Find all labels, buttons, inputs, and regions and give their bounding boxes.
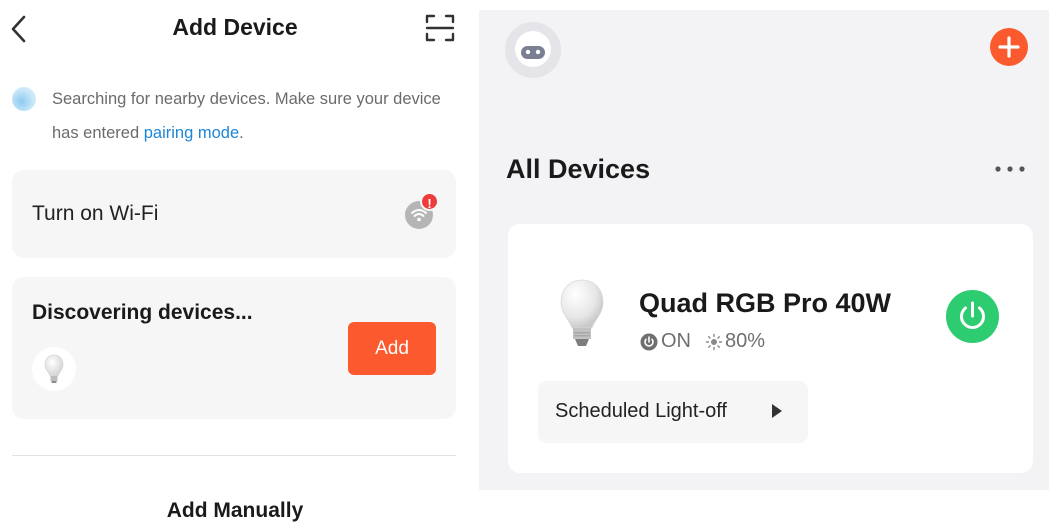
- searching-indicator: [12, 87, 36, 111]
- more-button[interactable]: [994, 162, 1026, 176]
- power-icon: [640, 333, 658, 350]
- brightness-value: 80%: [725, 330, 766, 352]
- power-icon: [960, 301, 985, 329]
- search-status-end: .: [239, 124, 244, 142]
- add-device-panel: Add Device Searching for nearby devices.…: [0, 0, 470, 522]
- schedule-label: Scheduled Light-off: [555, 400, 727, 422]
- search-status-text: Searching for nearby devices. Make sure …: [52, 82, 457, 150]
- scan-button[interactable]: [424, 12, 456, 44]
- discovering-card: Discovering devices... Add: [12, 277, 456, 419]
- device-name: Quad RGB Pro 40W: [639, 288, 892, 318]
- play-arrow-icon: [772, 404, 782, 418]
- screen: Add Device Searching for nearby devices.…: [0, 0, 1049, 522]
- bulb-icon: [560, 279, 604, 346]
- plus-icon: [998, 36, 1020, 58]
- power-state-value: ON: [661, 330, 691, 352]
- bulb-icon: [44, 354, 64, 383]
- device-status: ON 80%: [640, 330, 765, 353]
- power-toggle-button[interactable]: [946, 290, 999, 343]
- page-title: Add Device: [172, 14, 298, 40]
- schedule-button[interactable]: Scheduled Light-off: [538, 381, 808, 443]
- add-device-button[interactable]: [990, 28, 1028, 66]
- pairing-mode-link[interactable]: pairing mode: [144, 124, 239, 142]
- scan-icon: [425, 14, 455, 42]
- wifi-label: Turn on Wi-Fi: [32, 202, 159, 225]
- discovered-device-thumb: [32, 347, 76, 391]
- wifi-alert-badge: !: [420, 192, 439, 211]
- discovering-title: Discovering devices...: [32, 301, 253, 324]
- brightness-icon: [705, 333, 723, 350]
- add-manually-heading[interactable]: Add Manually: [0, 499, 470, 522]
- device-card[interactable]: Quad RGB Pro 40W ON 80% Scheduled Light-…: [508, 224, 1033, 473]
- search-status-label: Searching for nearby devices. Make sure …: [52, 90, 441, 142]
- avatar[interactable]: [505, 22, 561, 78]
- robot-avatar-icon: [506, 23, 560, 77]
- add-button[interactable]: Add: [348, 322, 436, 375]
- divider: [12, 455, 456, 456]
- more-dots-icon: [995, 166, 1025, 172]
- device-thumb: [556, 276, 608, 354]
- home-panel: All Devices Quad RGB Pro 40W ON 80% Sche…: [479, 10, 1049, 490]
- section-title: All Devices: [506, 154, 651, 184]
- wifi-card[interactable]: Turn on Wi-Fi !: [12, 170, 456, 258]
